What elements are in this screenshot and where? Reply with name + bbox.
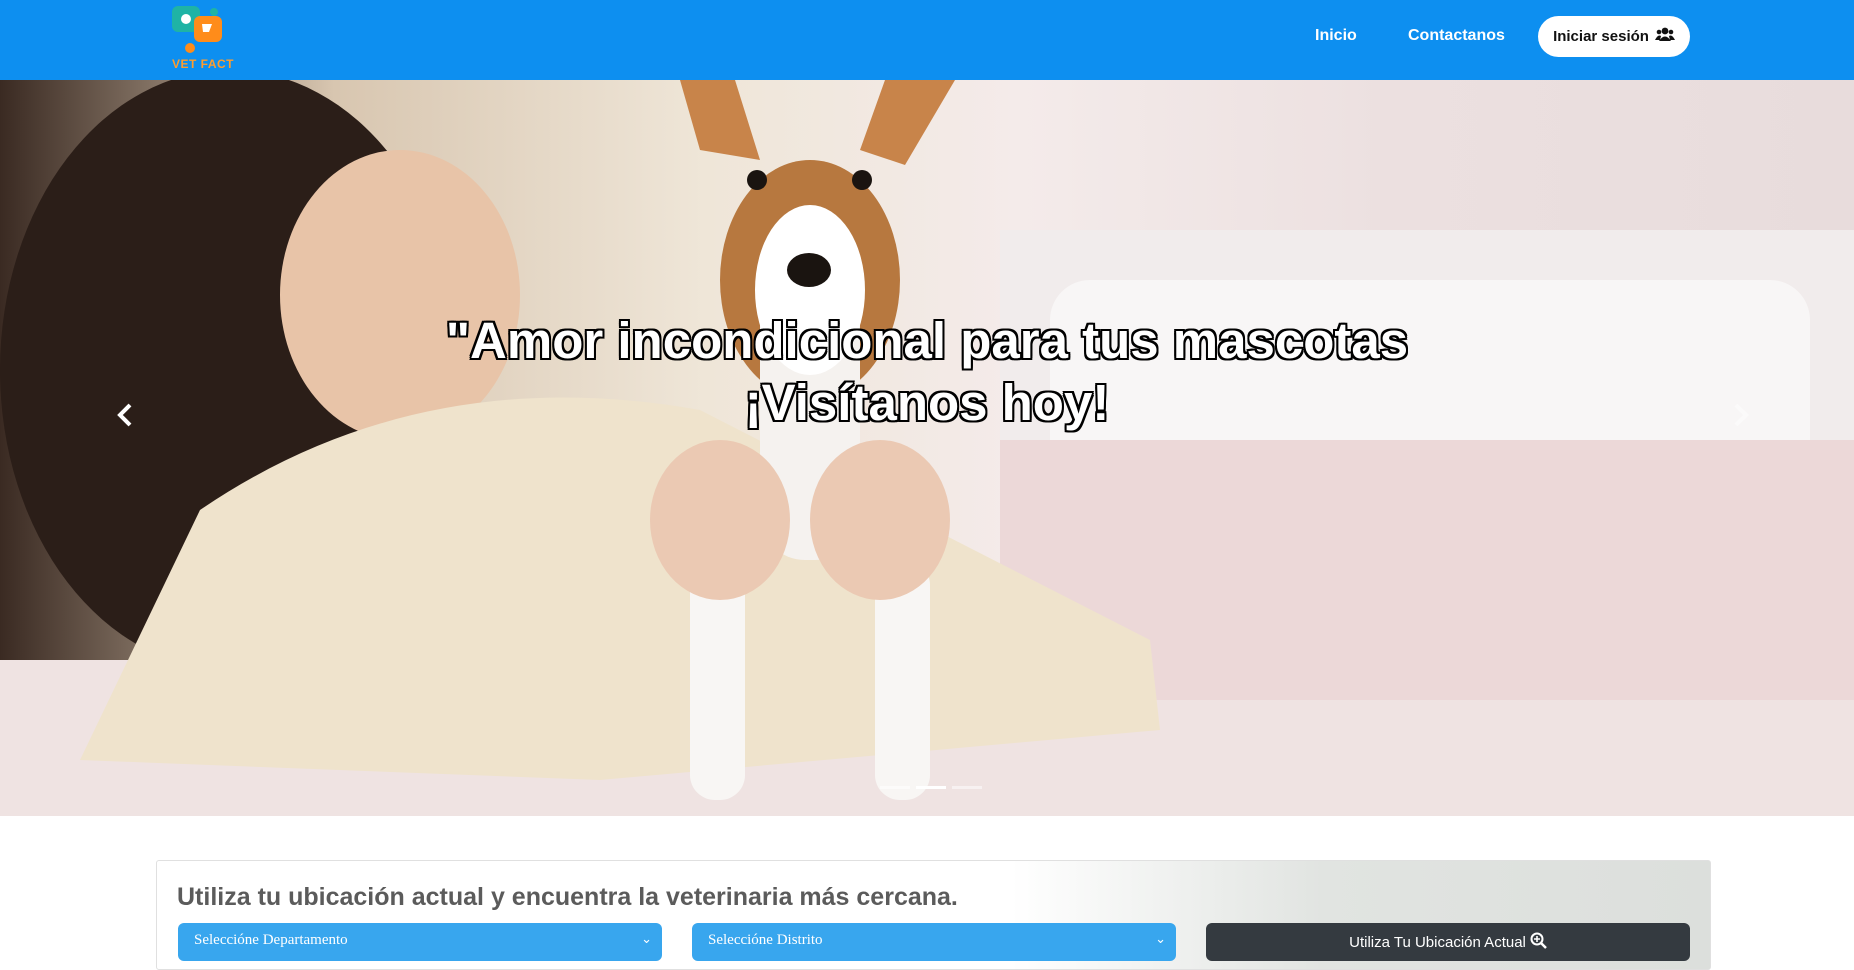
departamento-select-value: Seleccióne Departamento — [194, 932, 348, 948]
hero-caption-line-1: "Amor incondicional para tus mascotas — [445, 312, 1409, 369]
chevron-down-icon: ⌄ — [641, 932, 652, 947]
chevron-right-icon — [1734, 403, 1749, 427]
carousel-next-button[interactable] — [1721, 390, 1761, 440]
login-button[interactable]: Iniciar sesión — [1538, 16, 1690, 57]
carousel-indicator-2[interactable] — [916, 786, 946, 789]
logo-graphic — [172, 6, 222, 53]
nav-link-contactanos[interactable]: Contactanos — [1408, 27, 1505, 45]
carousel-indicator-1[interactable] — [880, 786, 910, 789]
nav-link-inicio[interactable]: Inicio — [1315, 27, 1357, 45]
use-current-location-button[interactable]: Utiliza Tu Ubicación Actual — [1206, 923, 1690, 961]
carousel-prev-button[interactable] — [105, 390, 145, 440]
use-current-location-label: Utiliza Tu Ubicación Actual — [1349, 933, 1526, 951]
hero-carousel[interactable]: "Amor incondicional para tus mascotas ¡V… — [0, 80, 1854, 816]
chevron-left-icon — [117, 403, 132, 427]
carousel-indicator-3[interactable] — [952, 786, 982, 789]
distrito-select[interactable]: Seleccióne Distrito ⌄ — [692, 923, 1176, 961]
login-button-label: Iniciar sesión — [1553, 28, 1649, 45]
chevron-down-icon: ⌄ — [1155, 932, 1166, 947]
carousel-indicators — [880, 786, 982, 789]
logo-text: VET FACT — [172, 57, 235, 71]
navbar: VET FACT Inicio Contactanos Iniciar sesi… — [0, 0, 1854, 80]
search-panel-title: Utiliza tu ubicación actual y encuentra … — [177, 883, 958, 911]
hero-photo — [0, 80, 1854, 816]
distrito-select-value: Seleccióne Distrito — [708, 932, 823, 948]
departamento-select[interactable]: Seleccióne Departamento ⌄ — [178, 923, 662, 961]
search-plus-icon — [1530, 932, 1547, 953]
search-panel: Utiliza tu ubicación actual y encuentra … — [156, 860, 1711, 970]
users-icon — [1654, 27, 1675, 46]
hero-caption: "Amor incondicional para tus mascotas ¡V… — [0, 310, 1854, 434]
hero-caption-line-2: ¡Visítanos hoy! — [744, 374, 1110, 431]
